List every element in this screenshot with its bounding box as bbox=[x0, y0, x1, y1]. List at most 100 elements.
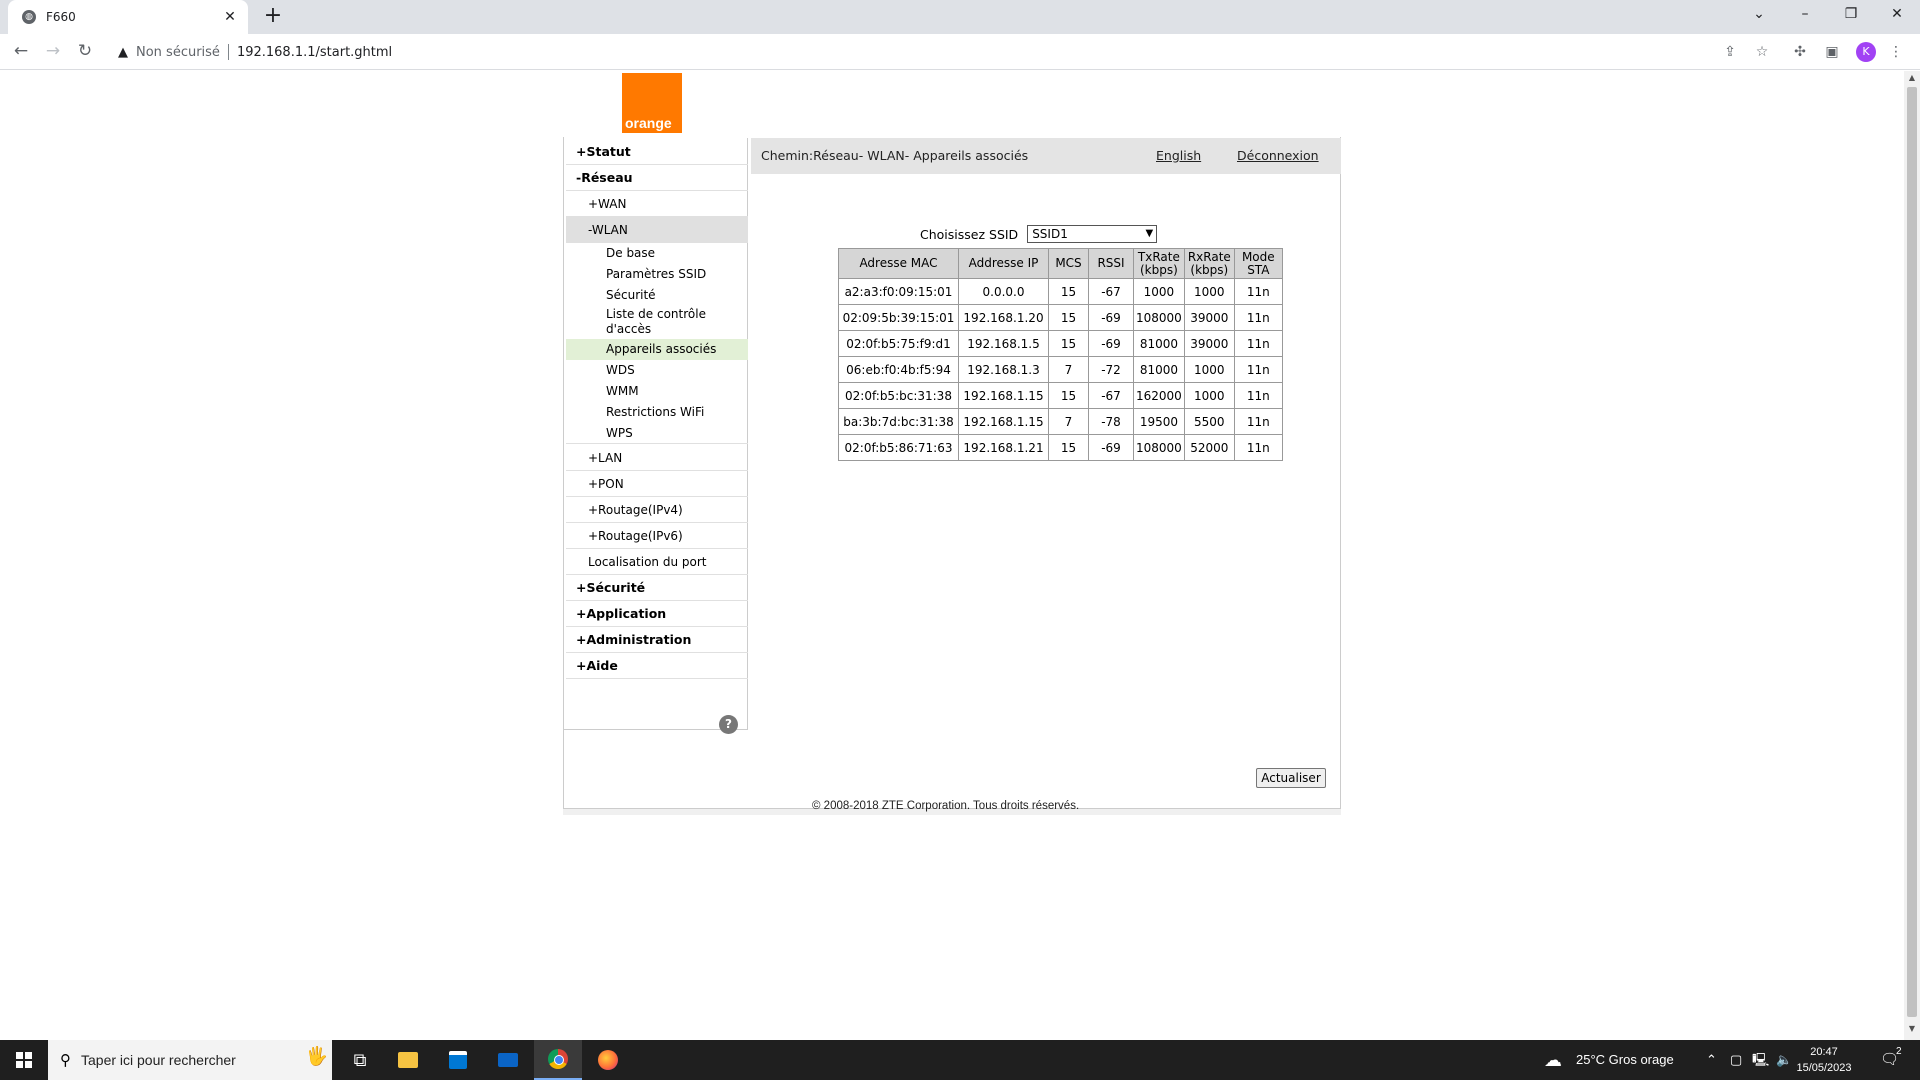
table-row: ba:3b:7d:bc:31:38 192.168.1.15 7 -78 19500 55… bbox=[838, 408, 1283, 435]
help-icon[interactable]: ? bbox=[719, 715, 738, 734]
warning-triangle-icon: ▲ bbox=[118, 44, 128, 60]
menu-wmm[interactable]: WMM bbox=[566, 381, 748, 402]
clock-time: 20:47 bbox=[1810, 1046, 1838, 1058]
more-menu-icon[interactable]: ⋮ bbox=[1886, 42, 1906, 62]
page-viewport: orange +Statut -Réseau +WAN -WLAN De bas… bbox=[0, 71, 1904, 1040]
scroll-down-arrow-icon[interactable]: ▼ bbox=[1904, 1024, 1920, 1038]
menu-lan[interactable]: +LAN bbox=[566, 445, 748, 471]
cell-mode: 11n bbox=[1233, 382, 1283, 409]
chrome-icon[interactable] bbox=[534, 1040, 582, 1080]
tab-search-icon[interactable]: ⌄ bbox=[1736, 0, 1782, 30]
cell-rssi: -69 bbox=[1088, 330, 1134, 357]
menu-liste-controle-acces[interactable]: Liste de contrôle d'accès bbox=[566, 306, 748, 338]
cell-mac: 02:09:5b:39:15:01 bbox=[838, 304, 959, 331]
menu-parametres-ssid[interactable]: Paramètres SSID bbox=[566, 264, 748, 285]
restore-button[interactable]: ❐ bbox=[1828, 0, 1874, 30]
cell-rx: 39000 bbox=[1183, 304, 1235, 331]
reload-icon[interactable]: ↻ bbox=[74, 41, 96, 63]
table-body: a2:a3:f0:09:15:01 0.0.0.0 15 -67 1000 1000 11n… bbox=[838, 278, 1283, 461]
cell-rssi: -78 bbox=[1088, 408, 1134, 435]
mail-icon[interactable] bbox=[484, 1040, 532, 1080]
cell-mcs: 7 bbox=[1048, 356, 1089, 383]
menu-appareils-associes[interactable]: Appareils associés bbox=[566, 339, 748, 360]
ssid-label: Choisissez SSID bbox=[920, 226, 1019, 242]
menu-securite-wlan[interactable]: Sécurité bbox=[566, 285, 748, 306]
ssid-select[interactable]: SSID1 ▼ bbox=[1027, 225, 1158, 243]
address-bar[interactable]: ▲ Non sécurisé 192.168.1.1/start.ghtml bbox=[110, 38, 1750, 66]
cell-tx: 1000 bbox=[1133, 278, 1185, 305]
menu-wlan[interactable]: -WLAN bbox=[566, 217, 748, 243]
profile-avatar[interactable]: K bbox=[1856, 42, 1876, 62]
menu-wan[interactable]: +WAN bbox=[566, 191, 748, 217]
minimize-button[interactable]: – bbox=[1782, 0, 1828, 30]
menu-administration[interactable]: +Administration bbox=[566, 627, 748, 653]
menu-de-base[interactable]: De base bbox=[566, 243, 748, 264]
browser-toolbar: ← → ↻ ▲ Non sécurisé 192.168.1.1/start.g… bbox=[0, 34, 1920, 70]
cell-rx: 1000 bbox=[1183, 278, 1235, 305]
scrollbar-thumb[interactable] bbox=[1907, 87, 1917, 1017]
table-row: 06:eb:f0:4b:f5:94 192.168.1.3 7 -72 81000 100… bbox=[838, 356, 1283, 383]
search-icon: ⚲ bbox=[60, 1051, 71, 1069]
menu-pon[interactable]: +PON bbox=[566, 471, 748, 497]
menu-routage-ipv6[interactable]: +Routage(IPv6) bbox=[566, 523, 748, 549]
start-button[interactable] bbox=[0, 1040, 48, 1080]
network-icon[interactable]: 🖳 bbox=[1752, 1040, 1769, 1080]
microsoft-store-icon[interactable] bbox=[434, 1040, 482, 1080]
cell-rssi: -72 bbox=[1088, 356, 1134, 383]
breadcrumb: Chemin:Réseau- WLAN- Appareils associés bbox=[761, 148, 1029, 163]
cell-mcs: 15 bbox=[1048, 330, 1089, 357]
menu-restrictions-wifi[interactable]: Restrictions WiFi bbox=[566, 402, 748, 423]
volume-icon[interactable]: 🔈 bbox=[1776, 1040, 1792, 1080]
scroll-up-arrow-icon[interactable]: ▲ bbox=[1904, 73, 1920, 87]
col-header-mac: Adresse MAC bbox=[838, 248, 959, 279]
firefox-icon[interactable] bbox=[584, 1040, 632, 1080]
share-icon[interactable]: ⇪ bbox=[1720, 42, 1740, 62]
menu-securite[interactable]: +Sécurité bbox=[566, 575, 748, 601]
browser-tab[interactable]: ◍ F660 ✕ bbox=[8, 0, 248, 34]
cell-mode: 11n bbox=[1233, 434, 1283, 461]
menu-aide[interactable]: +Aide bbox=[566, 653, 748, 679]
tab-close-icon[interactable]: ✕ bbox=[222, 9, 238, 25]
table-row: 02:0f:b5:86:71:63 192.168.1.21 15 -69 108000… bbox=[838, 434, 1283, 461]
menu-reseau[interactable]: -Réseau bbox=[566, 165, 748, 191]
cell-tx: 19500 bbox=[1133, 408, 1185, 435]
weather-text[interactable]: 25°C Gros orage bbox=[1576, 1040, 1674, 1080]
refresh-button[interactable]: Actualiser bbox=[1256, 768, 1326, 788]
cell-mode: 11n bbox=[1233, 304, 1283, 331]
new-tab-button[interactable]: + bbox=[260, 4, 286, 30]
cell-mcs: 7 bbox=[1048, 408, 1089, 435]
task-view-icon[interactable]: ⧉ bbox=[336, 1040, 384, 1080]
txrate-label: TxRate bbox=[1137, 249, 1180, 264]
cell-rx: 39000 bbox=[1183, 330, 1235, 357]
cell-ip: 0.0.0.0 bbox=[958, 278, 1049, 305]
page-scrollbar[interactable]: ▲ ▼ bbox=[1904, 71, 1920, 1040]
cell-tx: 81000 bbox=[1133, 330, 1185, 357]
meet-now-icon[interactable]: ▢ bbox=[1730, 1040, 1742, 1080]
forward-arrow-icon[interactable]: → bbox=[42, 41, 64, 63]
extensions-puzzle-icon[interactable]: ✣ bbox=[1790, 42, 1810, 62]
cell-tx: 162000 bbox=[1133, 382, 1185, 409]
taskbar-clock[interactable]: 20:47 15/05/2023 bbox=[1796, 1044, 1852, 1076]
back-arrow-icon[interactable]: ← bbox=[10, 41, 32, 63]
file-explorer-icon[interactable] bbox=[384, 1040, 432, 1080]
taskbar-search[interactable]: ⚲ Taper ici pour rechercher 🖐 bbox=[48, 1040, 332, 1080]
cell-rssi: -67 bbox=[1088, 382, 1134, 409]
menu-routage-ipv4[interactable]: +Routage(IPv4) bbox=[566, 497, 748, 523]
menu-wds[interactable]: WDS bbox=[566, 360, 748, 381]
cell-mcs: 15 bbox=[1048, 382, 1089, 409]
english-link[interactable]: English bbox=[1156, 148, 1201, 163]
menu-statut[interactable]: +Statut bbox=[566, 139, 748, 165]
cell-mcs: 15 bbox=[1048, 434, 1089, 461]
insecure-label: Non sécurisé bbox=[136, 44, 220, 60]
logout-link[interactable]: Déconnexion bbox=[1237, 148, 1319, 163]
menu-application[interactable]: +Application bbox=[566, 601, 748, 627]
col-header-rxrate: RxRate (kbps) bbox=[1183, 248, 1235, 279]
menu-wps[interactable]: WPS bbox=[566, 423, 748, 444]
close-window-button[interactable]: ✕ bbox=[1874, 0, 1920, 30]
menu-localisation-port[interactable]: Localisation du port bbox=[566, 549, 748, 575]
cell-mac: 06:eb:f0:4b:f5:94 bbox=[838, 356, 959, 383]
bookmark-star-icon[interactable]: ☆ bbox=[1752, 42, 1772, 62]
side-panel-icon[interactable]: ▣ bbox=[1822, 42, 1842, 62]
weather-storm-icon[interactable]: ☁ bbox=[1544, 1040, 1562, 1080]
tray-chevron-up-icon[interactable]: ⌃ bbox=[1706, 1040, 1717, 1080]
